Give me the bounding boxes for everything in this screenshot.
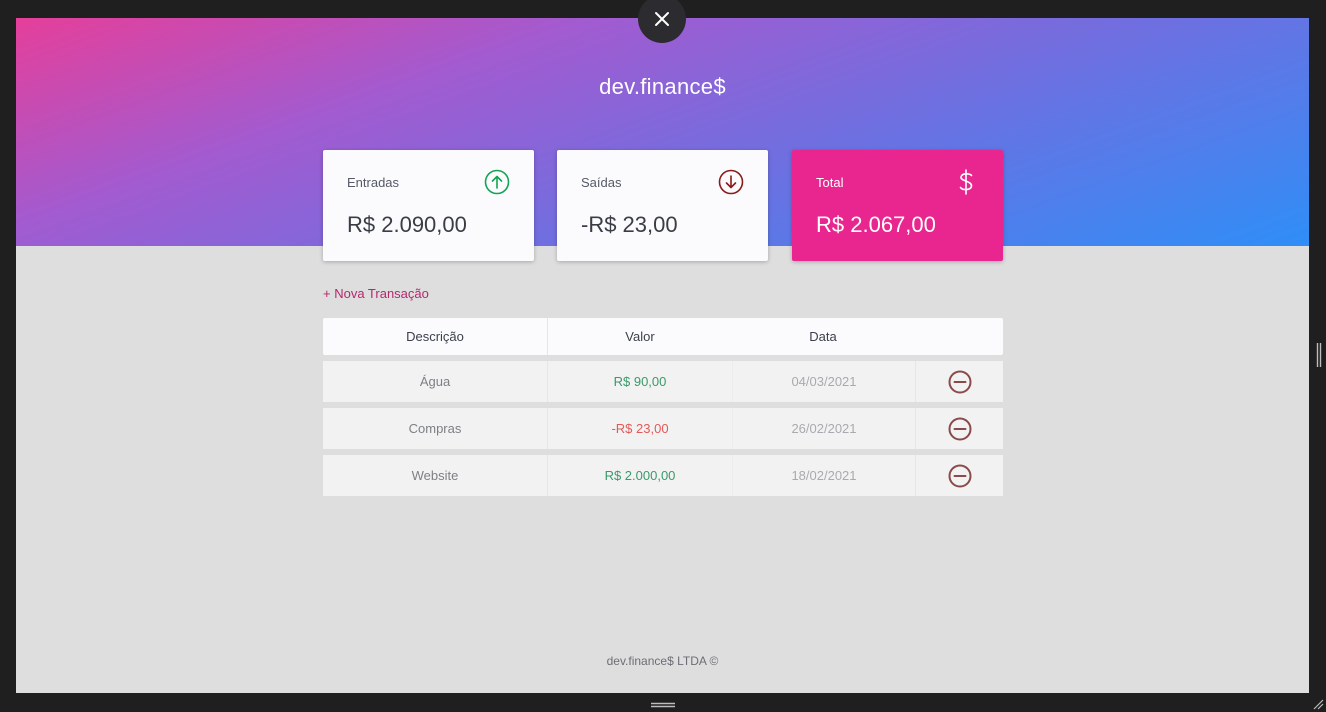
table-row: Compras -R$ 23,00 26/02/2021 xyxy=(323,408,1003,449)
table-row: Website R$ 2.000,00 18/02/2021 xyxy=(323,455,1003,496)
total-amount: R$ 2.067,00 xyxy=(816,212,936,237)
row-date: 26/02/2021 xyxy=(733,408,916,449)
income-label: Entradas xyxy=(347,175,400,190)
side-resize-handle[interactable] xyxy=(1316,342,1322,368)
income-amount: R$ 2.090,00 xyxy=(347,212,467,237)
page-footer: dev.finance$ LTDA © xyxy=(606,654,719,668)
row-date: 18/02/2021 xyxy=(733,455,916,496)
brand-logo: dev.finance$ xyxy=(599,74,726,99)
remove-minus-icon[interactable] xyxy=(948,464,972,488)
row-actions xyxy=(916,408,1003,449)
header-description: Descrição xyxy=(323,318,548,355)
row-actions xyxy=(916,455,1003,496)
table-row: Água R$ 90,00 04/03/2021 xyxy=(323,361,1003,402)
bottom-resize-handle[interactable] xyxy=(650,702,676,708)
new-transaction-link[interactable]: + Nova Transação xyxy=(323,286,429,301)
income-card: Entradas R$ 2.090,00 xyxy=(323,150,534,261)
remove-minus-icon[interactable] xyxy=(948,370,972,394)
header-date: Data xyxy=(809,329,837,344)
resize-grip-icon[interactable] xyxy=(1312,698,1324,710)
header-actions xyxy=(914,318,1003,355)
expense-label: Saídas xyxy=(581,175,622,190)
total-card: Total R$ 2.067,00 xyxy=(792,150,1003,261)
arrow-up-circle-icon xyxy=(484,169,510,195)
table-header: Descrição Valor Data xyxy=(323,318,1003,355)
header-amount: Valor xyxy=(625,329,655,344)
expense-amount: -R$ 23,00 xyxy=(581,212,678,237)
row-description: Compras xyxy=(323,408,548,449)
row-amount: R$ 2.000,00 xyxy=(548,455,733,496)
row-amount: R$ 90,00 xyxy=(548,361,733,402)
app-viewport: dev.finance$ Entradas R$ 2.090,00 Saídas… xyxy=(16,18,1309,693)
total-label: Total xyxy=(816,175,844,190)
row-description: Website xyxy=(323,455,548,496)
row-amount: -R$ 23,00 xyxy=(548,408,733,449)
arrow-down-circle-icon xyxy=(718,169,744,195)
close-icon xyxy=(655,12,669,26)
dollar-sign-icon xyxy=(959,169,973,195)
row-actions xyxy=(916,361,1003,402)
row-date: 04/03/2021 xyxy=(733,361,916,402)
remove-minus-icon[interactable] xyxy=(948,417,972,441)
expense-card: Saídas -R$ 23,00 xyxy=(557,150,768,261)
row-description: Água xyxy=(323,361,548,402)
transactions-table: Descrição Valor Data Água R$ 90,00 04/03… xyxy=(323,318,1003,496)
